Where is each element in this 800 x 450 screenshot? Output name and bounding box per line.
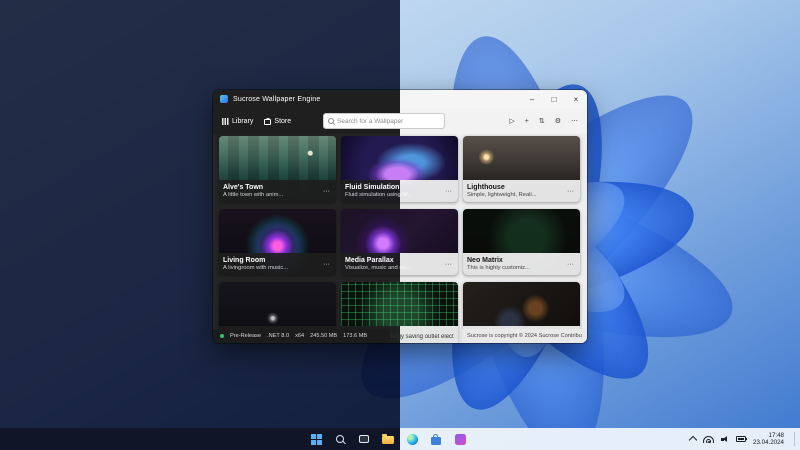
card-more-button[interactable]: ··· bbox=[321, 188, 332, 195]
task-view-icon bbox=[359, 435, 369, 443]
maximize-button[interactable]: □ bbox=[543, 90, 565, 108]
desktop: Sucrose Wallpaper Engine – □ × Library S… bbox=[0, 0, 800, 450]
settings-gear-icon[interactable]: ⚙ bbox=[555, 118, 561, 125]
card-more-button[interactable]: ··· bbox=[321, 261, 332, 268]
library-icon bbox=[222, 118, 229, 125]
sucrose-app-icon bbox=[455, 434, 466, 445]
search-icon bbox=[336, 435, 344, 443]
card-title: Living Room bbox=[223, 256, 288, 265]
tab-store[interactable]: Store bbox=[264, 117, 291, 125]
folder-icon bbox=[382, 436, 394, 445]
card-description: Simple, lightweight, Reali... bbox=[467, 192, 537, 199]
card-title: Lighthouse bbox=[467, 183, 537, 192]
task-view-button[interactable] bbox=[355, 430, 373, 448]
tray-time: 17:48 bbox=[753, 432, 784, 439]
card-description: A little town with anim... bbox=[223, 192, 283, 199]
card-description: Fluid simulation using W... bbox=[345, 192, 412, 199]
toolbar-actions: ▷ + ⇅ ⚙ ⋯ bbox=[509, 118, 578, 125]
show-desktop-button[interactable] bbox=[794, 432, 795, 446]
tab-library[interactable]: Library bbox=[222, 117, 253, 125]
more-options-icon[interactable]: ⋯ bbox=[571, 118, 578, 125]
card-title: Neo Matrix bbox=[467, 256, 530, 265]
tray-date: 23.04.2024 bbox=[753, 439, 784, 446]
wallpaper-grid: Alve's Town A little town with anim... ·… bbox=[213, 134, 587, 343]
taskbar: 17:48 23.04.2024 bbox=[0, 428, 800, 450]
store-icon bbox=[431, 437, 441, 445]
toolbar: Library Store ▷ + ⇅ ⚙ ⋯ bbox=[213, 108, 587, 134]
system-tray: 17:48 23.04.2024 bbox=[690, 428, 795, 450]
close-button[interactable]: × bbox=[565, 90, 587, 108]
sucrose-app-button[interactable] bbox=[451, 430, 469, 448]
wallpaper-card-living-room[interactable]: Living Room A livingroom with music... ·… bbox=[219, 209, 336, 275]
search-box[interactable] bbox=[323, 113, 445, 129]
card-more-button[interactable]: ··· bbox=[565, 188, 576, 195]
nav-tabs: Library Store bbox=[213, 117, 291, 125]
disk-usage-label: 173.6 MB bbox=[343, 333, 367, 339]
card-caption: Fluid Simulation Fluid simulation using … bbox=[341, 180, 458, 202]
memory-usage-label: 245.50 MB bbox=[310, 333, 337, 339]
app-window: Sucrose Wallpaper Engine – □ × Library S… bbox=[213, 90, 587, 343]
window-controls: – □ × bbox=[521, 90, 587, 108]
app-icon bbox=[220, 95, 228, 103]
statusbar-right: Sucrose is copyright © 2024 Sucrose Cont… bbox=[462, 329, 587, 343]
wallpaper-card-fluid-simulation[interactable]: Fluid Simulation Fluid simulation using … bbox=[341, 136, 458, 202]
card-caption: Lighthouse Simple, lightweight, Reali...… bbox=[463, 180, 580, 202]
statusbar-left: Pre-Release .NET 8.0 x64 245.50 MB 173.6… bbox=[213, 329, 390, 343]
arch-label: x64 bbox=[295, 333, 304, 339]
start-button[interactable] bbox=[307, 430, 325, 448]
card-more-button[interactable]: ··· bbox=[565, 261, 576, 268]
microsoft-store-button[interactable] bbox=[427, 430, 445, 448]
tray-chevron-up-icon[interactable] bbox=[689, 436, 697, 444]
edge-icon bbox=[407, 434, 418, 445]
card-title: Fluid Simulation bbox=[345, 183, 412, 192]
wallpaper-card-media-parallax[interactable]: Media Parallax Visualize, music and mo..… bbox=[341, 209, 458, 275]
volume-icon[interactable] bbox=[721, 436, 729, 443]
windows-logo-icon bbox=[311, 434, 322, 445]
tab-store-label: Store bbox=[274, 118, 291, 125]
tab-library-label: Library bbox=[232, 118, 253, 125]
taskbar-clock[interactable]: 17:48 23.04.2024 bbox=[753, 432, 784, 446]
window-title: Sucrose Wallpaper Engine bbox=[233, 96, 320, 103]
taskbar-search-button[interactable] bbox=[331, 430, 349, 448]
taskbar-center-icons bbox=[307, 428, 469, 450]
battery-icon[interactable] bbox=[736, 436, 746, 442]
search-icon bbox=[328, 118, 334, 124]
card-title: Alve's Town bbox=[223, 183, 283, 192]
sort-icon[interactable]: ⇅ bbox=[539, 118, 545, 125]
card-description: Visualize, music and mo... bbox=[345, 265, 412, 272]
minimize-button[interactable]: – bbox=[521, 90, 543, 108]
card-title: Media Parallax bbox=[345, 256, 412, 265]
edge-browser-button[interactable] bbox=[403, 430, 421, 448]
card-caption: Neo Matrix This is highly customiz... ··… bbox=[463, 253, 580, 275]
wallpaper-card-lighthouse[interactable]: Lighthouse Simple, lightweight, Reali...… bbox=[463, 136, 580, 202]
play-icon[interactable]: ▷ bbox=[509, 118, 514, 125]
release-status-dot bbox=[220, 334, 224, 338]
dotnet-version-label: .NET 8.0 bbox=[267, 333, 289, 339]
titlebar[interactable]: Sucrose Wallpaper Engine – □ × bbox=[213, 90, 587, 108]
wallpaper-card-alves-town[interactable]: Alve's Town A little town with anim... ·… bbox=[219, 136, 336, 202]
search-input[interactable] bbox=[337, 118, 440, 125]
card-more-button[interactable]: ··· bbox=[443, 261, 454, 268]
card-description: A livingroom with music... bbox=[223, 265, 288, 272]
card-more-button[interactable]: ··· bbox=[443, 188, 454, 195]
wallpaper-card-neo-matrix[interactable]: Neo Matrix This is highly customiz... ··… bbox=[463, 209, 580, 275]
card-description: This is highly customiz... bbox=[467, 265, 530, 272]
store-bag-icon bbox=[264, 119, 271, 125]
card-caption: Living Room A livingroom with music... ·… bbox=[219, 253, 336, 275]
file-explorer-button[interactable] bbox=[379, 430, 397, 448]
copyright-label: Sucrose is copyright © 2024 Sucrose Cont… bbox=[467, 333, 582, 339]
card-caption: Alve's Town A little town with anim... ·… bbox=[219, 180, 336, 202]
add-wallpaper-icon[interactable]: + bbox=[525, 118, 529, 125]
wifi-icon[interactable] bbox=[703, 436, 714, 443]
release-channel-label: Pre-Release bbox=[230, 333, 261, 339]
card-caption: Media Parallax Visualize, music and mo..… bbox=[341, 253, 458, 275]
